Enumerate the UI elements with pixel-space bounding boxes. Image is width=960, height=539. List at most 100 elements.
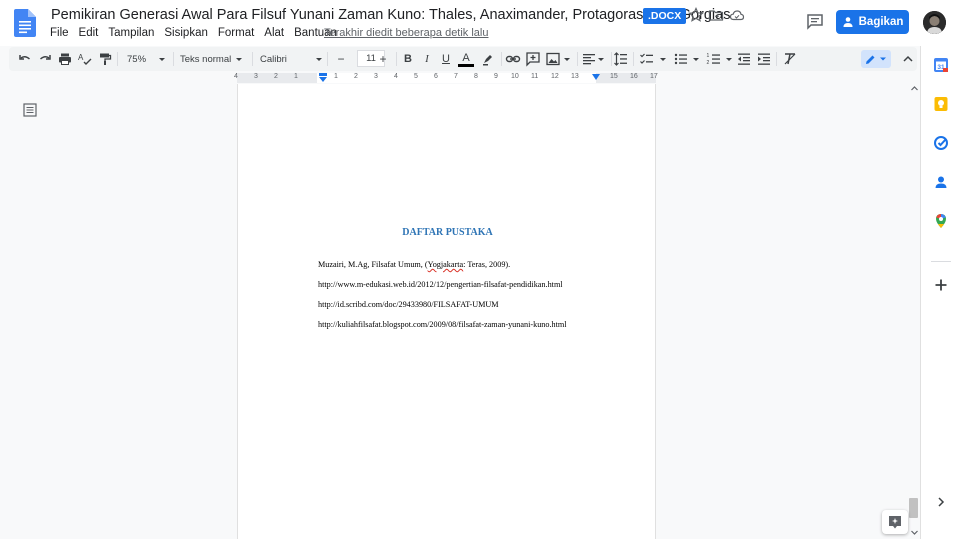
- add-icon[interactable]: [933, 277, 949, 293]
- menu-insert[interactable]: Sisipkan: [164, 27, 207, 39]
- zoom-select[interactable]: 75%: [127, 51, 146, 67]
- zoom-value: 75%: [127, 53, 147, 65]
- style-value: Teks normal: [180, 53, 232, 65]
- avatar[interactable]: [923, 11, 946, 34]
- menu-bar: File Edit Tampilan Sisipkan Format Alat …: [50, 27, 347, 39]
- chevron-down-icon[interactable]: [593, 51, 609, 67]
- contacts-icon[interactable]: [933, 174, 949, 190]
- divider: [633, 52, 634, 66]
- divider: [501, 52, 502, 66]
- increase-indent-icon[interactable]: [756, 51, 772, 67]
- clear-formatting-icon[interactable]: [782, 51, 798, 67]
- chevron-down-icon[interactable]: [559, 51, 575, 67]
- comment-history-icon[interactable]: [806, 13, 824, 31]
- chevron-right-icon[interactable]: [933, 494, 949, 510]
- document-title[interactable]: Pemikiran Generasi Awal Para Filsuf Yuna…: [51, 7, 730, 23]
- divider: [117, 52, 118, 66]
- keep-icon[interactable]: [933, 96, 949, 112]
- reference-line: http://kuliahfilsafat.blogspot.com/2009/…: [318, 320, 567, 329]
- spellcheck-icon[interactable]: A: [77, 51, 93, 67]
- ruler-tick: 9: [494, 73, 498, 80]
- add-comment-icon[interactable]: [525, 51, 541, 67]
- undo-icon[interactable]: [17, 51, 33, 67]
- decrease-indent-icon[interactable]: [736, 51, 752, 67]
- ruler-tick: 11: [531, 73, 539, 80]
- ruler-tick: 1: [294, 73, 298, 80]
- ruler-tick: 16: [630, 73, 638, 80]
- font-value: Calibri: [260, 53, 287, 65]
- chevron-down-icon: [880, 57, 886, 61]
- left-indent-marker-icon[interactable]: [318, 72, 328, 84]
- move-folder-icon[interactable]: [708, 7, 724, 23]
- chevron-down-icon[interactable]: [231, 51, 247, 67]
- side-panel-divider: [931, 261, 951, 262]
- paint-format-icon[interactable]: [97, 51, 113, 67]
- last-edit-link[interactable]: Terakhir diedit beberapa detik lalu: [324, 27, 489, 39]
- vertical-scrollbar[interactable]: [909, 84, 920, 539]
- decrease-font-size-button[interactable]: −: [334, 51, 348, 67]
- bulleted-list-icon[interactable]: [673, 51, 689, 67]
- bold-button[interactable]: B: [401, 51, 415, 67]
- ruler-tick: 2: [274, 73, 278, 80]
- ruler-tick: 17: [650, 73, 658, 80]
- document-page[interactable]: DAFTAR PUSTAKA Muzairi, M.Ag, Filsafat U…: [237, 84, 656, 539]
- italic-button[interactable]: I: [420, 51, 434, 67]
- chevron-down-icon[interactable]: [721, 51, 737, 67]
- increase-font-size-button[interactable]: +: [376, 51, 390, 67]
- app-header: Pemikiran Generasi Awal Para Filsuf Yuna…: [0, 0, 960, 46]
- menu-file[interactable]: File: [50, 27, 69, 39]
- lock-person-icon: [843, 17, 853, 27]
- chevron-down-icon[interactable]: [655, 51, 671, 67]
- font-family-select[interactable]: Calibri: [260, 51, 287, 67]
- ruler-right-margin: [596, 73, 656, 83]
- divider: [577, 52, 578, 66]
- highlight-color-icon[interactable]: [480, 51, 496, 67]
- ruler[interactable]: 4 3 2 1 1 2 3 4 5 6 7 8 9 10 11 12 13 15…: [0, 72, 920, 84]
- underline-button[interactable]: U: [439, 51, 453, 67]
- divider: [776, 52, 777, 66]
- menu-view[interactable]: Tampilan: [108, 27, 154, 39]
- paragraph-style-select[interactable]: Teks normal: [180, 51, 231, 67]
- star-icon[interactable]: [688, 7, 704, 23]
- link-icon[interactable]: [505, 51, 521, 67]
- menu-edit[interactable]: Edit: [79, 27, 99, 39]
- chevron-down-icon[interactable]: [311, 51, 327, 67]
- ruler-tick: 4: [234, 73, 238, 80]
- share-label: Bagikan: [858, 16, 904, 28]
- maps-icon[interactable]: [933, 213, 949, 229]
- pencil-icon: [866, 55, 875, 64]
- editing-mode-button[interactable]: [861, 50, 891, 68]
- numbered-list-icon[interactable]: 12: [706, 51, 722, 67]
- document-canvas: DAFTAR PUSTAKA Muzairi, M.Ag, Filsafat U…: [0, 84, 920, 539]
- reference-text: : Teras, 2009).: [463, 260, 511, 269]
- explore-button[interactable]: [882, 510, 908, 534]
- scroll-thumb[interactable]: [909, 498, 918, 518]
- ruler-tick: 6: [434, 73, 438, 80]
- reference-line: Muzairi, M.Ag, Filsafat Umum, (Yogjakart…: [318, 260, 510, 269]
- ruler-tick: 5: [414, 73, 418, 80]
- chevron-down-icon[interactable]: [154, 51, 170, 67]
- checklist-icon[interactable]: [639, 51, 655, 67]
- document-outline-icon[interactable]: [23, 103, 37, 117]
- right-indent-marker-icon[interactable]: [591, 72, 601, 84]
- menu-tools[interactable]: Alat: [264, 27, 284, 39]
- line-spacing-icon[interactable]: [613, 51, 629, 67]
- ruler-tick: 15: [610, 73, 618, 80]
- text-color-button[interactable]: A: [458, 51, 474, 67]
- scroll-down-icon[interactable]: [910, 528, 919, 537]
- chevron-down-icon[interactable]: [688, 51, 704, 67]
- calendar-icon[interactable]: 31: [933, 57, 949, 73]
- docs-logo-icon[interactable]: [14, 9, 36, 37]
- print-icon[interactable]: [57, 51, 73, 67]
- scroll-up-icon[interactable]: [910, 84, 919, 93]
- chevron-up-icon[interactable]: [900, 51, 916, 67]
- misspelled-word[interactable]: Yogjakarta: [428, 260, 464, 269]
- menu-format[interactable]: Format: [218, 27, 254, 39]
- divider: [327, 52, 328, 66]
- share-button[interactable]: Bagikan: [836, 10, 909, 34]
- redo-icon[interactable]: [37, 51, 53, 67]
- cloud-saved-icon[interactable]: [729, 7, 745, 23]
- reference-line: http://www.m-edukasi.web.id/2012/12/peng…: [318, 280, 563, 289]
- ruler-tick: 4: [394, 73, 398, 80]
- tasks-icon[interactable]: [933, 135, 949, 151]
